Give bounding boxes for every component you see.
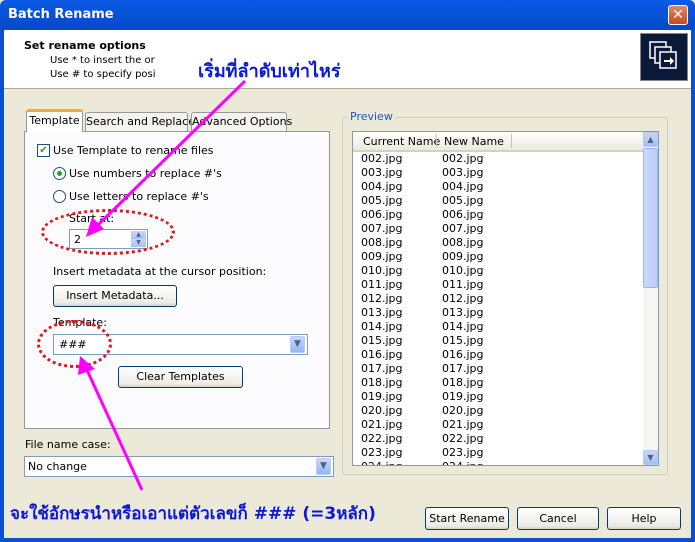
annotation-arrows (78, 79, 247, 491)
tab-template[interactable]: Template (26, 109, 83, 132)
annotation-template: จะใช้อักษรนำหรือเอาแต่ตัวเลขก็ ### (=3หล… (10, 504, 376, 524)
annotation-start-at: เริ่มที่ลำดับเท่าไหร่ (198, 61, 341, 82)
